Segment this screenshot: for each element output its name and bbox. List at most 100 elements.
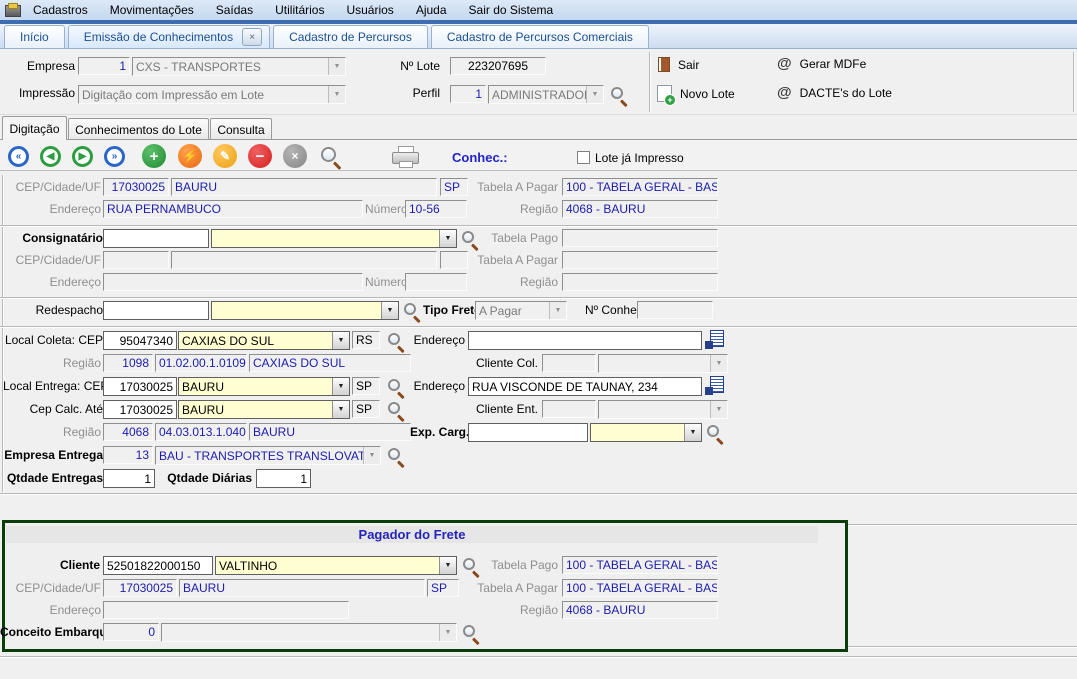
delete-record-button[interactable]: − bbox=[248, 144, 272, 168]
subtab-conhecimentos-do-lote[interactable]: Conhecimentos do Lote bbox=[68, 118, 209, 140]
novo-lote-button[interactable]: Novo Lote bbox=[657, 85, 735, 102]
menu-sair-do-sistema[interactable]: Sair do Sistema bbox=[458, 3, 565, 17]
chevron-down-icon: ▼ bbox=[549, 302, 566, 319]
consignatario-regiao-label: Região bbox=[462, 276, 558, 289]
tab-label: Início bbox=[20, 30, 49, 44]
impressao-combo: Digitação com Impressão em Lote▼ bbox=[78, 85, 346, 104]
coleta-regiao-label: Região bbox=[5, 357, 101, 370]
menu-utilitarios[interactable]: Utilitários bbox=[264, 3, 335, 17]
empresa-entrega-combo-value: BAU - TRANSPORTES TRANSLOVATO LTDA bbox=[156, 447, 363, 464]
cep-calc-ate-input[interactable]: 17030025 bbox=[103, 400, 177, 419]
cep-calc-search-icon[interactable] bbox=[387, 401, 404, 418]
first-record-button[interactable]: « bbox=[8, 146, 29, 167]
pagador-cliente-combo[interactable]: VALTINHO▼ bbox=[215, 556, 457, 575]
coleta-endereco-label: Endereço bbox=[410, 334, 465, 347]
tab-inicio[interactable]: Início bbox=[4, 25, 65, 48]
subtab-digitacao[interactable]: Digitação bbox=[2, 116, 67, 140]
chevron-down-icon: ▼ bbox=[439, 230, 456, 247]
local-entrega-search-icon[interactable] bbox=[387, 378, 404, 395]
chevron-down-icon: ▼ bbox=[381, 302, 398, 319]
local-coleta-cep-input[interactable]: 95047340 bbox=[103, 331, 177, 350]
local-entrega-cidade-combo[interactable]: BAURU▼ bbox=[178, 377, 350, 396]
local-coleta-search-icon[interactable] bbox=[387, 332, 404, 349]
edit-record-button[interactable]: ✎ bbox=[213, 144, 237, 168]
empresa-entrega-search-icon[interactable] bbox=[387, 447, 404, 464]
qtdade-diarias-input[interactable]: 1 bbox=[256, 469, 311, 488]
menu-saidas[interactable]: Saídas bbox=[205, 3, 264, 17]
add-record-button[interactable]: + bbox=[142, 144, 166, 168]
remetente-endereco-label: Endereço bbox=[5, 203, 101, 216]
conceito-embarque-search-icon[interactable] bbox=[462, 624, 479, 641]
search-record-icon[interactable] bbox=[320, 146, 340, 166]
pagador-regiao-field: 4068 - BAURU bbox=[562, 601, 718, 619]
tab-label: Emissão de Conhecimentos bbox=[84, 30, 233, 44]
redespacho-search-icon[interactable] bbox=[403, 302, 420, 319]
dacte-do-lote-button[interactable]: @ DACTE's do Lote bbox=[777, 85, 892, 101]
tab-close-icon[interactable]: × bbox=[242, 28, 262, 46]
perfil-code-field: 1 bbox=[450, 85, 486, 103]
tab-emissao-de-conhecimentos[interactable]: Emissão de Conhecimentos × bbox=[68, 25, 270, 48]
cep-calc-cidade-combo[interactable]: BAURU▼ bbox=[178, 400, 350, 419]
lote-field: 223207695 bbox=[450, 57, 546, 75]
entrega-endereco-picker-icon[interactable] bbox=[704, 376, 725, 395]
pagador-title-strip: Pagador do Frete bbox=[6, 526, 818, 543]
redespacho-codigo-input[interactable] bbox=[103, 301, 209, 320]
subtab-label: Conhecimentos do Lote bbox=[75, 123, 202, 137]
remetente-cidade-field: BAURU bbox=[171, 178, 437, 196]
door-icon bbox=[658, 57, 670, 72]
app-window: Cadastros Movimentações Saídas Utilitári… bbox=[0, 0, 1077, 679]
local-coleta-cidade-combo[interactable]: CAXIAS DO SUL▼ bbox=[178, 331, 350, 350]
gerar-mdfe-button[interactable]: @ Gerar MDFe bbox=[777, 56, 866, 72]
pagador-cep-label: CEP/Cidade/UF bbox=[5, 582, 101, 595]
empresa-code-field: 1 bbox=[78, 57, 130, 75]
coleta-endereco-picker-icon[interactable] bbox=[704, 330, 725, 349]
subtab-consulta[interactable]: Consulta bbox=[210, 118, 272, 140]
pagador-endereco-field bbox=[103, 601, 349, 619]
consignatario-codigo-input[interactable] bbox=[103, 229, 209, 248]
lote-ja-impresso-checkbox[interactable] bbox=[577, 151, 590, 164]
cep-calc-uf-field: SP bbox=[352, 400, 380, 418]
redespacho-combo[interactable]: ▼ bbox=[211, 301, 399, 320]
consignatario-cep-field bbox=[103, 251, 169, 269]
pagador-tabela-a-pagar-label: Tabela A Pagar bbox=[460, 582, 558, 595]
chevron-down-icon: ▼ bbox=[710, 355, 727, 372]
menu-movimentacoes[interactable]: Movimentações bbox=[99, 3, 205, 17]
previous-record-button[interactable]: ◀ bbox=[40, 146, 61, 167]
sair-button[interactable]: Sair bbox=[658, 57, 699, 72]
menu-ajuda[interactable]: Ajuda bbox=[405, 3, 458, 17]
chevron-down-icon: ▼ bbox=[684, 424, 701, 441]
exp-carg-input[interactable] bbox=[468, 423, 588, 442]
menu-usuarios[interactable]: Usuários bbox=[335, 3, 404, 17]
local-entrega-uf-field: SP bbox=[352, 377, 380, 395]
impressao-combo-value: Digitação com Impressão em Lote bbox=[79, 86, 328, 103]
lote-label: Nº Lote bbox=[388, 60, 440, 73]
local-entrega-cep-input[interactable]: 17030025 bbox=[103, 377, 177, 396]
tab-cadastro-de-percursos[interactable]: Cadastro de Percursos bbox=[273, 25, 428, 48]
exp-carg-search-icon[interactable] bbox=[706, 424, 723, 441]
pagador-cliente-codigo-input[interactable]: 52501822000150 bbox=[103, 556, 213, 575]
qtdade-entregas-input[interactable]: 1 bbox=[103, 469, 155, 488]
pagador-cep-field: 17030025 bbox=[103, 579, 177, 597]
printer-icon[interactable] bbox=[392, 146, 419, 168]
entrega-endereco-input[interactable]: RUA VISCONDE DE TAUNAY, 234 bbox=[468, 377, 702, 396]
post-record-button[interactable]: ⚡ bbox=[178, 144, 202, 168]
consignatario-combo[interactable]: ▼ bbox=[211, 229, 457, 248]
coleta-endereco-input[interactable] bbox=[468, 331, 702, 350]
empresa-entrega-code-field: 13 bbox=[103, 446, 153, 464]
tipo-frete-combo: A Pagar▼ bbox=[475, 301, 567, 320]
tab-cadastro-de-percursos-comerciais[interactable]: Cadastro de Percursos Comerciais bbox=[431, 25, 649, 48]
consignatario-endereco-label: Endereço bbox=[5, 276, 101, 289]
perfil-search-icon[interactable] bbox=[610, 86, 627, 103]
consignatario-tabela-a-pagar-label: Tabela A Pagar bbox=[462, 254, 558, 267]
last-record-button[interactable]: » bbox=[104, 146, 125, 167]
section-divider bbox=[0, 225, 1077, 227]
menu-cadastros[interactable]: Cadastros bbox=[22, 3, 99, 17]
at-icon: @ bbox=[777, 85, 792, 101]
consignatario-tabela-pago-label: Tabela Pago bbox=[462, 232, 558, 245]
exp-carg-combo[interactable]: ▼ bbox=[590, 423, 702, 442]
cancel-record-button[interactable]: × bbox=[283, 144, 307, 168]
next-record-button[interactable]: ▶ bbox=[72, 146, 93, 167]
consignatario-combo-value bbox=[212, 230, 439, 247]
redespacho-combo-value bbox=[212, 302, 381, 319]
exp-carg-combo-value bbox=[591, 424, 684, 441]
